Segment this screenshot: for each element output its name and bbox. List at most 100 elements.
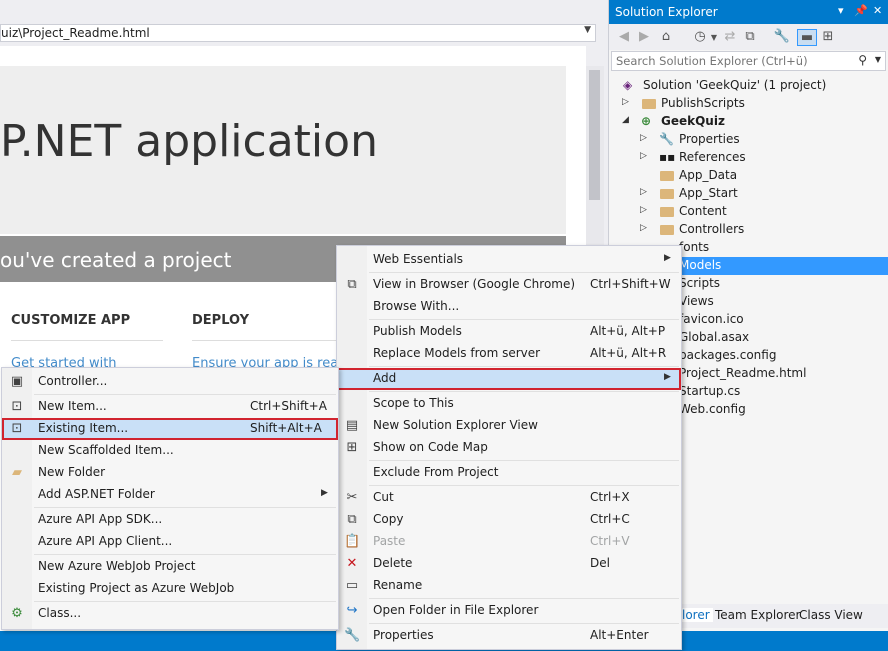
menu-item-new-solution-explorer-view[interactable]: ▤ New Solution Explorer View xyxy=(337,415,681,437)
menu-item-label: Azure API App SDK... xyxy=(38,512,163,526)
menu-item-publish-models[interactable]: Publish Models Alt+ü, Alt+P xyxy=(337,321,681,343)
address-dropdown-icon[interactable]: ▼ xyxy=(584,25,591,35)
menu-item-existing-project-webjob[interactable]: Existing Project as Azure WebJob xyxy=(2,578,338,600)
expand-arrow-icon[interactable]: ▷ xyxy=(640,187,647,197)
menu-item-browse-with[interactable]: Browse With... xyxy=(337,296,681,318)
properties-wrench-icon[interactable]: 🔧 xyxy=(773,29,791,44)
tree-item-publishscripts[interactable]: ▷ PublishScripts xyxy=(609,95,888,113)
menu-item-new-scaffolded-item[interactable]: New Scaffolded Item... xyxy=(2,440,338,462)
view-class-diagram-icon[interactable]: ⊞ xyxy=(819,29,837,44)
preview-selected-icon[interactable]: ▬ xyxy=(797,29,817,46)
menu-item-add[interactable]: Add ▶ xyxy=(337,368,681,390)
menu-item-label: New Azure WebJob Project xyxy=(38,559,196,573)
tree-item-properties[interactable]: ▷ 🔧 Properties xyxy=(609,131,888,149)
menu-item-view-in-browser[interactable]: ⧉ View in Browser (Google Chrome) Ctrl+S… xyxy=(337,274,681,296)
tree-item-project[interactable]: ◢ ⊕ GeekQuiz xyxy=(609,113,888,131)
web-project-icon: ⊕ xyxy=(641,114,652,128)
tree-item-label: App_Data xyxy=(679,168,738,182)
tab-solution-explorer[interactable]: lorer xyxy=(679,608,713,622)
menu-item-cut[interactable]: ✂ Cut Ctrl+X xyxy=(337,487,681,509)
forward-icon[interactable]: ▶ xyxy=(635,29,653,44)
menu-item-show-on-code-map[interactable]: ⊞ Show on Code Map xyxy=(337,437,681,459)
menu-separator xyxy=(369,272,679,273)
collapse-arrow-icon[interactable]: ◢ xyxy=(622,115,629,125)
menu-item-new-azure-webjob[interactable]: New Azure WebJob Project xyxy=(2,556,338,578)
menu-item-label: Show on Code Map xyxy=(373,440,488,454)
tree-item-references[interactable]: ▷ ▪▪ References xyxy=(609,149,888,167)
refresh-arrow-icon: ↪ xyxy=(346,603,358,618)
collapse-all-icon[interactable]: ⧉ xyxy=(741,29,759,44)
tree-item-app-data[interactable]: App_Data xyxy=(609,167,888,185)
menu-item-label: Properties xyxy=(373,628,434,642)
submenu-arrow-icon: ▶ xyxy=(664,372,671,382)
search-icon[interactable]: ⚲ xyxy=(858,53,867,67)
menu-item-azure-api-app-client[interactable]: Azure API App Client... xyxy=(2,531,338,553)
expand-arrow-icon[interactable]: ▷ xyxy=(640,133,647,143)
tree-item-label: Solution 'GeekQuiz' (1 project) xyxy=(643,78,827,92)
menu-item-shortcut: Ctrl+C xyxy=(590,512,630,526)
menu-separator xyxy=(369,319,679,320)
menu-separator xyxy=(369,485,679,486)
menu-item-add-aspnet-folder[interactable]: Add ASP.NET Folder ▶ xyxy=(2,484,338,506)
menu-item-web-essentials[interactable]: Web Essentials ▶ xyxy=(337,249,681,271)
menu-item-label: Add ASP.NET Folder xyxy=(38,487,155,501)
pin-icon[interactable]: 📌 xyxy=(854,4,868,17)
menu-item-new-folder[interactable]: ▰ New Folder xyxy=(2,462,338,484)
menu-item-rename[interactable]: ▭ Rename xyxy=(337,575,681,597)
wrench-icon: 🔧 xyxy=(659,132,674,146)
panel-title: Solution Explorer xyxy=(615,5,718,19)
menu-separator xyxy=(34,601,336,602)
menu-item-copy[interactable]: ⧉ Copy Ctrl+C xyxy=(337,509,681,531)
menu-item-controller[interactable]: ▣ Controller... xyxy=(2,371,338,393)
window-position-icon[interactable]: ▾ xyxy=(838,4,844,17)
menu-item-paste[interactable]: 📋 Paste Ctrl+V xyxy=(337,531,681,553)
menu-item-label: Publish Models xyxy=(373,324,462,338)
tab-class-view[interactable]: Class View xyxy=(799,608,863,622)
search-box[interactable]: ⚲ ▼ xyxy=(611,51,886,71)
menu-item-shortcut: Ctrl+X xyxy=(590,490,630,504)
menu-item-class[interactable]: ⚙ Class... xyxy=(2,603,338,625)
tree-item-controllers[interactable]: ▷ Controllers xyxy=(609,221,888,239)
menu-item-label: Cut xyxy=(373,490,394,504)
menu-item-existing-item[interactable]: ⊡ Existing Item... Shift+Alt+A xyxy=(2,418,338,440)
folder-icon xyxy=(660,189,674,199)
menu-item-scope-to-this[interactable]: Scope to This xyxy=(337,393,681,415)
menu-item-azure-api-app-sdk[interactable]: Azure API App SDK... xyxy=(2,509,338,531)
menu-item-delete[interactable]: ✕ Delete Del xyxy=(337,553,681,575)
menu-item-new-item[interactable]: ⊡ New Item... Ctrl+Shift+A xyxy=(2,396,338,418)
new-view-icon: ▤ xyxy=(345,418,359,433)
menu-item-label: Paste xyxy=(373,534,406,548)
tab-team-explorer[interactable]: Team Explorer xyxy=(715,608,801,622)
tree-item-solution[interactable]: ◈ Solution 'GeekQuiz' (1 project) xyxy=(609,77,888,95)
home-icon[interactable]: ⌂ xyxy=(657,29,675,44)
solution-explorer-toolbar: ◀ ▶ ⌂ ◷ ▼ ⇄ ⧉ 🔧 ▬ ⊞ xyxy=(609,24,888,50)
tree-item-content[interactable]: ▷ Content xyxy=(609,203,888,221)
new-folder-icon: ▰ xyxy=(12,465,22,480)
folder-icon xyxy=(660,171,674,181)
menu-item-replace-models[interactable]: Replace Models from server Alt+ü, Alt+R xyxy=(337,343,681,365)
close-icon[interactable]: ✕ xyxy=(873,4,882,17)
tree-item-app-start[interactable]: ▷ App_Start xyxy=(609,185,888,203)
sync-icon[interactable]: ⇄ xyxy=(721,29,739,44)
scrollbar-thumb[interactable] xyxy=(589,70,600,200)
menu-separator xyxy=(369,366,679,367)
back-icon[interactable]: ◀ xyxy=(615,29,633,44)
menu-item-properties[interactable]: 🔧 Properties Alt+Enter xyxy=(337,625,681,647)
menu-item-exclude-from-project[interactable]: Exclude From Project xyxy=(337,462,681,484)
menu-separator xyxy=(34,507,336,508)
search-input[interactable] xyxy=(612,52,860,70)
menu-item-label: New Folder xyxy=(38,465,106,479)
expand-arrow-icon[interactable]: ▷ xyxy=(622,97,629,107)
address-bar[interactable]: uiz\Project_Readme.html ▼ xyxy=(0,24,596,42)
expand-arrow-icon[interactable]: ▷ xyxy=(640,151,647,161)
search-dropdown-icon[interactable]: ▼ xyxy=(875,55,881,64)
menu-separator xyxy=(369,391,679,392)
class-icon: ⚙ xyxy=(11,606,23,621)
copy-icon: ⧉ xyxy=(347,512,357,527)
code-map-icon: ⊞ xyxy=(346,440,358,455)
menu-separator xyxy=(369,460,679,461)
menu-item-open-folder[interactable]: ↪ Open Folder in File Explorer xyxy=(337,600,681,622)
expand-arrow-icon[interactable]: ▷ xyxy=(640,205,647,215)
tree-item-label: Views xyxy=(679,294,714,308)
expand-arrow-icon[interactable]: ▷ xyxy=(640,223,647,233)
